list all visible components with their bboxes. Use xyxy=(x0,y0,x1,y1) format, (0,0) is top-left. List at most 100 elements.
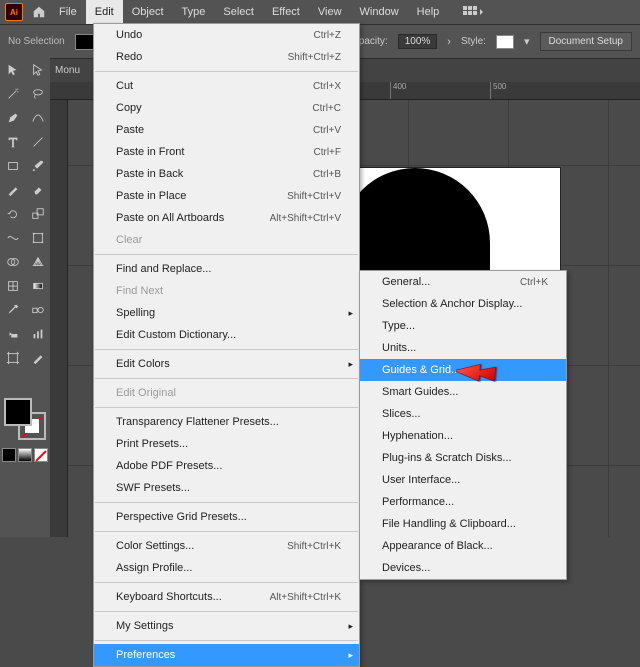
opacity-field[interactable]: 100% xyxy=(398,34,438,49)
menu-select[interactable]: Select xyxy=(214,0,263,24)
magic-wand-tool[interactable] xyxy=(0,82,25,106)
fill-swatch[interactable] xyxy=(75,34,95,50)
menu-item-smart-guides[interactable]: Smart Guides... xyxy=(360,381,566,403)
menu-separator xyxy=(95,71,358,72)
rectangle-tool[interactable] xyxy=(0,154,25,178)
menu-item-preferences[interactable]: Preferences▸ xyxy=(94,644,359,666)
menu-item-hyphenation[interactable]: Hyphenation... xyxy=(360,425,566,447)
paintbrush-tool[interactable] xyxy=(25,154,50,178)
menu-item-units[interactable]: Units... xyxy=(360,337,566,359)
color-mode-solid[interactable] xyxy=(2,448,16,462)
menu-item-keyboard-shortcuts[interactable]: Keyboard Shortcuts...Alt+Shift+Ctrl+K xyxy=(94,586,359,608)
menu-item-spelling[interactable]: Spelling▸ xyxy=(94,302,359,324)
shaper-tool[interactable] xyxy=(0,178,25,202)
free-transform-tool[interactable] xyxy=(25,226,50,250)
menu-item-label: Plug-ins & Scratch Disks... xyxy=(382,452,512,464)
submenu-arrow-icon: ▸ xyxy=(348,359,353,370)
menu-view[interactable]: View xyxy=(309,0,351,24)
menu-item-redo[interactable]: RedoShift+Ctrl+Z xyxy=(94,46,359,68)
lasso-tool[interactable] xyxy=(25,82,50,106)
type-tool[interactable] xyxy=(0,130,25,154)
document-setup-button[interactable]: Document Setup xyxy=(540,32,633,51)
menu-separator xyxy=(95,349,358,350)
menu-item-assign-profile[interactable]: Assign Profile... xyxy=(94,557,359,579)
menu-item-label: Edit Original xyxy=(116,387,176,399)
menu-item-paste-on-all-artboards[interactable]: Paste on All ArtboardsAlt+Shift+Ctrl+V xyxy=(94,207,359,229)
symbol-sprayer-tool[interactable] xyxy=(0,322,25,346)
menu-item-label: Keyboard Shortcuts... xyxy=(116,591,222,603)
fill-color[interactable] xyxy=(4,398,32,426)
menu-item-transparency-flattener-presets[interactable]: Transparency Flattener Presets... xyxy=(94,411,359,433)
column-graph-tool[interactable] xyxy=(25,322,50,346)
rotate-tool[interactable] xyxy=(0,202,25,226)
menu-item-edit-custom-dictionary[interactable]: Edit Custom Dictionary... xyxy=(94,324,359,346)
menu-item-my-settings[interactable]: My Settings▸ xyxy=(94,615,359,637)
menu-item-file-handling-clipboard[interactable]: File Handling & Clipboard... xyxy=(360,513,566,535)
menu-item-paste-in-back[interactable]: Paste in BackCtrl+B xyxy=(94,163,359,185)
curvature-tool[interactable] xyxy=(25,106,50,130)
color-mode-row xyxy=(2,448,48,462)
eraser-tool[interactable] xyxy=(25,178,50,202)
menu-item-appearance-of-black[interactable]: Appearance of Black... xyxy=(360,535,566,557)
app-icon[interactable]: Ai xyxy=(0,0,28,24)
style-swatch[interactable] xyxy=(496,35,514,49)
menu-item-general[interactable]: General...Ctrl+K xyxy=(360,271,566,293)
color-mode-gradient[interactable] xyxy=(18,448,32,462)
mesh-tool[interactable] xyxy=(0,274,25,298)
menu-item-paste-in-place[interactable]: Paste in PlaceShift+Ctrl+V xyxy=(94,185,359,207)
home-icon[interactable] xyxy=(28,0,50,24)
menu-item-adobe-pdf-presets[interactable]: Adobe PDF Presets... xyxy=(94,455,359,477)
menu-item-edit-original: Edit Original xyxy=(94,382,359,404)
menu-item-paste[interactable]: PasteCtrl+V xyxy=(94,119,359,141)
scale-tool[interactable] xyxy=(25,202,50,226)
menu-file[interactable]: File xyxy=(50,0,86,24)
menu-item-color-settings[interactable]: Color Settings...Shift+Ctrl+K xyxy=(94,535,359,557)
menu-item-copy[interactable]: CopyCtrl+C xyxy=(94,97,359,119)
menu-item-shortcut: Ctrl+C xyxy=(282,103,341,114)
menu-item-edit-colors[interactable]: Edit Colors▸ xyxy=(94,353,359,375)
blend-tool[interactable] xyxy=(25,298,50,322)
menu-item-label: Paste in Front xyxy=(116,146,184,158)
artboard-tool[interactable] xyxy=(0,346,25,370)
line-tool[interactable] xyxy=(25,130,50,154)
direct-selection-tool[interactable] xyxy=(25,58,50,82)
menu-item-cut[interactable]: CutCtrl+X xyxy=(94,75,359,97)
artwork-shape[interactable] xyxy=(340,168,490,278)
menu-item-guides-grid[interactable]: Guides & Grid... xyxy=(360,359,566,381)
slice-tool[interactable] xyxy=(25,346,50,370)
menu-item-type[interactable]: Type... xyxy=(360,315,566,337)
menu-item-swf-presets[interactable]: SWF Presets... xyxy=(94,477,359,499)
workspace-switcher-icon[interactable] xyxy=(458,3,488,21)
menu-item-devices[interactable]: Devices... xyxy=(360,557,566,579)
perspective-grid-tool[interactable] xyxy=(25,250,50,274)
chevron-down-icon[interactable]: ▾ xyxy=(524,35,530,48)
selection-tool[interactable] xyxy=(0,58,25,82)
shape-builder-tool[interactable] xyxy=(0,250,25,274)
menu-item-user-interface[interactable]: User Interface... xyxy=(360,469,566,491)
menu-window[interactable]: Window xyxy=(351,0,408,24)
menu-effect[interactable]: Effect xyxy=(263,0,309,24)
menu-item-print-presets[interactable]: Print Presets... xyxy=(94,433,359,455)
menu-item-find-and-replace[interactable]: Find and Replace... xyxy=(94,258,359,280)
menu-object[interactable]: Object xyxy=(123,0,173,24)
width-tool[interactable] xyxy=(0,226,25,250)
eyedropper-tool[interactable] xyxy=(0,298,25,322)
document-tab[interactable]: Monu xyxy=(55,65,80,76)
menu-item-label: Undo xyxy=(116,29,142,41)
menu-item-selection-anchor-display[interactable]: Selection & Anchor Display... xyxy=(360,293,566,315)
menubar: Ai File Edit Object Type Select Effect V… xyxy=(0,0,640,24)
menu-item-slices[interactable]: Slices... xyxy=(360,403,566,425)
menu-item-undo[interactable]: UndoCtrl+Z xyxy=(94,24,359,46)
gradient-tool[interactable] xyxy=(25,274,50,298)
menu-item-perspective-grid-presets[interactable]: Perspective Grid Presets... xyxy=(94,506,359,528)
menu-edit[interactable]: Edit xyxy=(86,0,123,24)
menu-help[interactable]: Help xyxy=(408,0,449,24)
menu-item-plug-ins-scratch-disks[interactable]: Plug-ins & Scratch Disks... xyxy=(360,447,566,469)
menu-item-paste-in-front[interactable]: Paste in FrontCtrl+F xyxy=(94,141,359,163)
menu-item-performance[interactable]: Performance... xyxy=(360,491,566,513)
color-mode-none[interactable] xyxy=(34,448,48,462)
chevron-right-icon[interactable]: › xyxy=(447,36,451,48)
menu-type[interactable]: Type xyxy=(173,0,215,24)
fill-stroke-control[interactable] xyxy=(4,398,46,440)
pen-tool[interactable] xyxy=(0,106,25,130)
